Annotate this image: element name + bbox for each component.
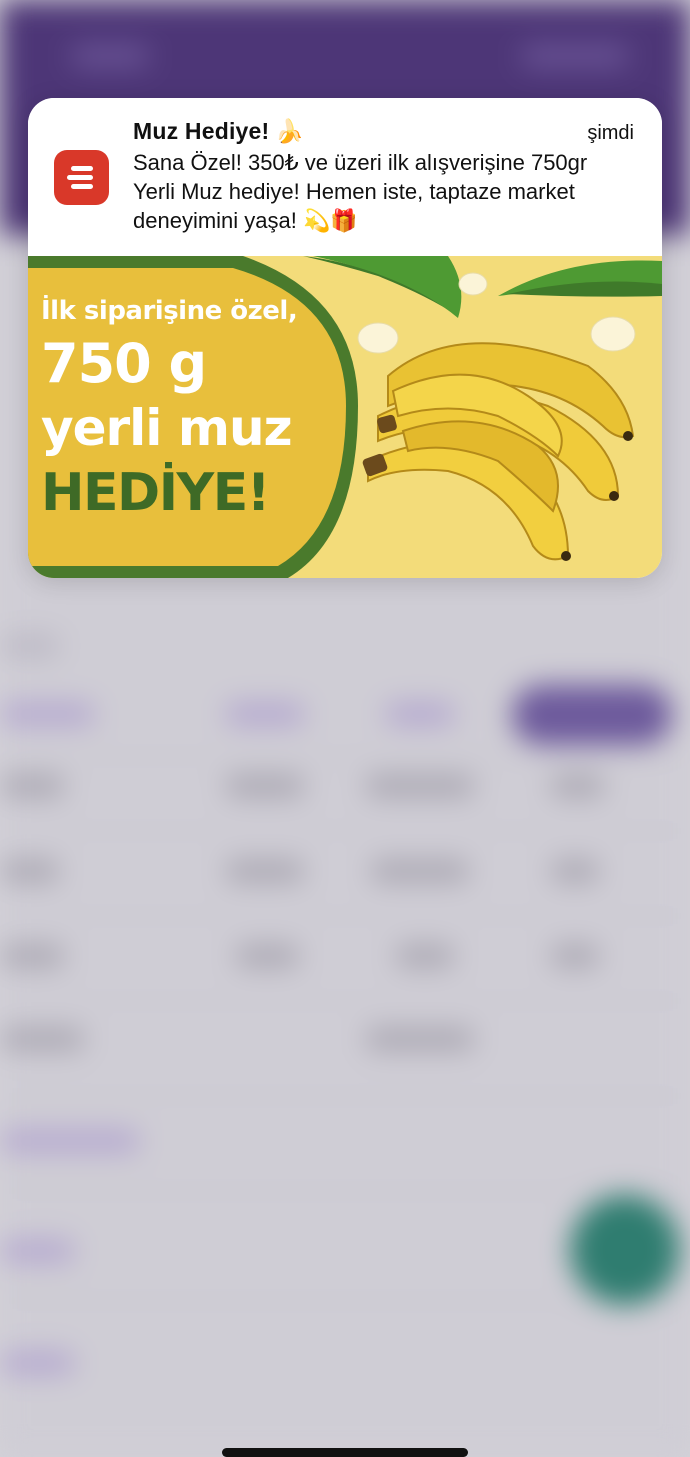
banana-leaf [313,256,462,318]
background-text [0,1130,140,1152]
background-text [225,703,305,725]
background-text [0,1352,75,1374]
background-text [550,860,600,882]
app-icon [54,150,109,205]
background-text [550,945,600,967]
banana-slice [458,272,488,296]
background-divider [0,1190,690,1192]
home-indicator[interactable] [222,1448,468,1457]
notification-card[interactable]: Muz Hediye! 🍌 şimdi Sana Özel! 350₺ ve üz… [28,98,662,578]
background-header-blob [520,45,630,67]
background-text [0,945,65,967]
promo-subtitle: İlk siparişine özel, [41,296,298,326]
background-text [0,1028,85,1050]
background-divider [0,1300,690,1302]
background-divider [0,755,690,757]
background-text [235,945,300,967]
notification-body: Sana Özel! 350₺ ve üzeri ilk alışverişin… [133,150,588,233]
background-divider [0,830,690,832]
background-text [395,945,455,967]
background-floating-button [570,1195,680,1305]
background-button [512,685,672,745]
notification-title: Muz Hediye! 🍌 [133,118,304,145]
promo-text: İlk siparişine özel, 750 g yerli muz HED… [41,296,298,523]
background-text [225,775,305,797]
notification-title-text: Muz Hediye! [133,118,270,144]
background-divider [0,915,690,917]
background-text [0,860,60,882]
banana-slice [590,316,636,352]
notification-time: şimdi [587,122,634,144]
background-text [365,775,475,797]
background-text [0,635,60,657]
promo-image: İlk siparişine özel, 750 g yerli muz HED… [28,256,662,578]
banana-bunch [362,342,635,561]
background-text [365,1028,475,1050]
background-text [0,775,65,797]
background-divider [0,1000,690,1002]
promo-weight: 750 g [41,332,207,395]
banana-emoji: 🍌 [275,118,305,144]
background-divider [0,1095,690,1097]
background-header-blob [70,45,150,67]
promo-gift: HEDİYE! [41,463,270,523]
notification-header: Muz Hediye! 🍌 şimdi Sana Özel! 350₺ ve üz… [28,98,662,256]
stacked-lines-icon [66,165,93,189]
background-text [0,1240,75,1262]
background-text [0,703,95,725]
background-text [550,775,605,797]
background-text [385,703,455,725]
banana-slice [357,322,399,354]
promo-product: yerli muz [41,399,293,457]
background-text [225,860,305,882]
background-text [370,860,470,882]
